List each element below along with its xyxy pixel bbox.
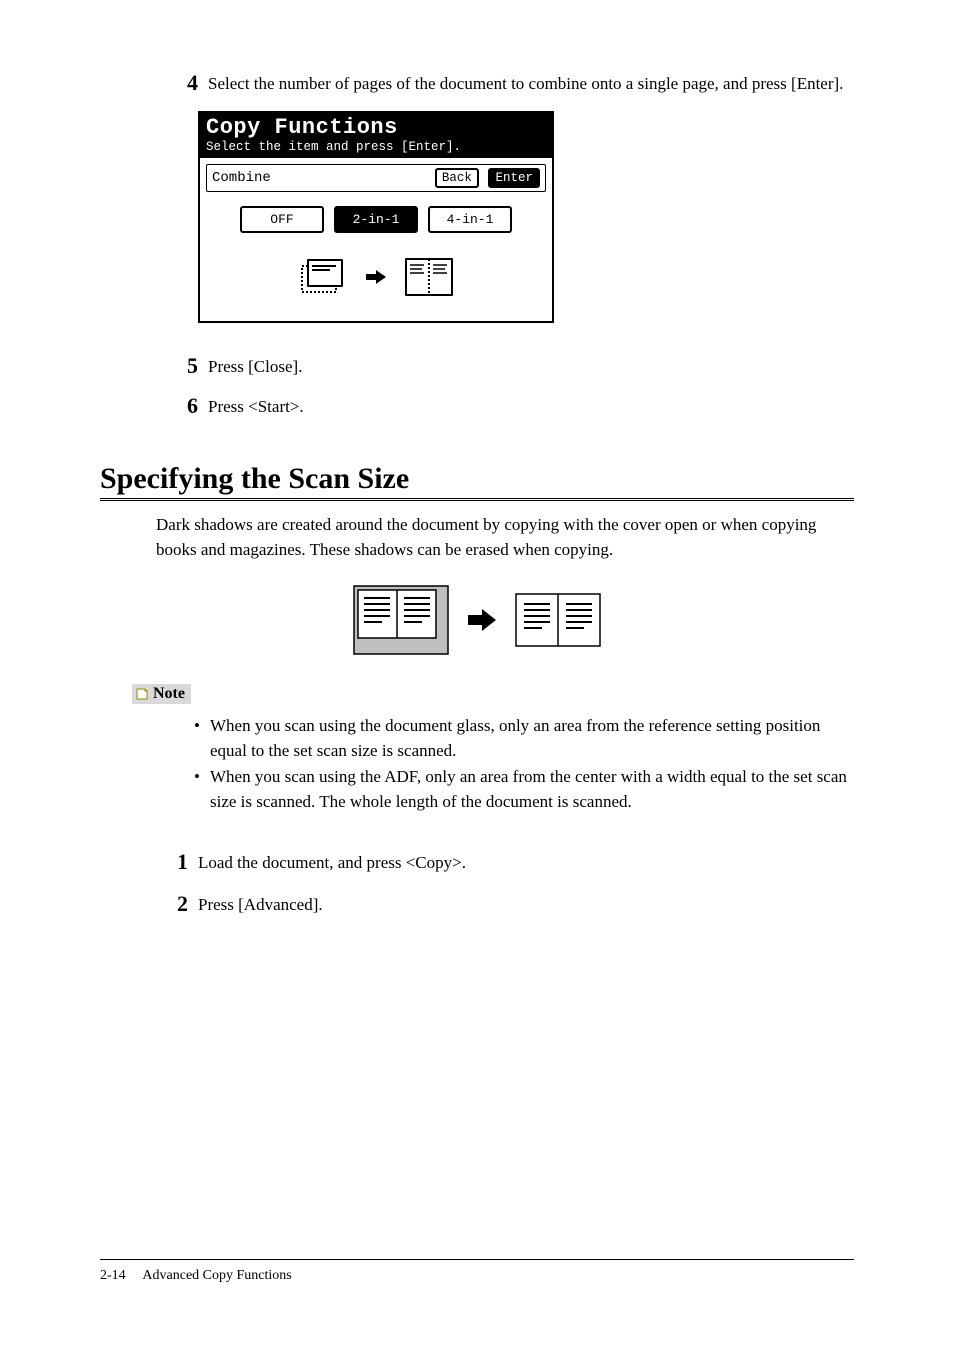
step-number-2: 2 xyxy=(160,891,188,917)
pages-stack-icon xyxy=(294,256,352,298)
note-bullet: When you scan using the ADF, only an are… xyxy=(194,765,854,814)
lcd-option-4in1[interactable]: 4-in-1 xyxy=(428,206,512,233)
page-number: 2-14 xyxy=(100,1268,126,1283)
lcd-option-off[interactable]: OFF xyxy=(240,206,324,233)
step-text-6: Press <Start>. xyxy=(208,395,304,420)
section-intro: Dark shadows are created around the docu… xyxy=(156,513,854,562)
arrow-right-icon xyxy=(468,609,496,631)
step-text-4: Select the number of pages of the docume… xyxy=(208,72,843,97)
page-with-shadow-icon xyxy=(352,584,450,656)
note-bullet: When you scan using the document glass, … xyxy=(194,714,854,763)
lcd-enter-button[interactable]: Enter xyxy=(488,168,540,188)
combined-page-icon xyxy=(400,255,458,299)
lcd-title: Copy Functions xyxy=(206,115,546,140)
step-number-5: 5 xyxy=(170,353,198,379)
lcd-back-button[interactable]: Back xyxy=(435,168,479,188)
page-footer: 2-14 Advanced Copy Functions xyxy=(100,1259,854,1284)
lcd-header: Copy Functions Select the item and press… xyxy=(200,113,552,158)
chapter-title: Advanced Copy Functions xyxy=(142,1268,291,1283)
scan-size-illustration xyxy=(100,584,854,656)
lcd-setting-row: Combine Back Enter xyxy=(206,164,546,192)
page-clean-icon xyxy=(514,592,602,648)
note-tag: Note xyxy=(132,684,854,706)
note-label: Note xyxy=(153,685,185,703)
lcd-setting-label: Combine xyxy=(212,170,271,186)
arrow-right-icon xyxy=(366,270,386,284)
lcd-illustration xyxy=(206,255,546,299)
step-text-5: Press [Close]. xyxy=(208,355,302,380)
step-number-6: 6 xyxy=(170,393,198,419)
section-heading: Specifying the Scan Size xyxy=(100,462,854,501)
lcd-panel: Copy Functions Select the item and press… xyxy=(198,111,554,323)
step-text-2: Press [Advanced]. xyxy=(198,893,323,918)
lcd-option-2in1[interactable]: 2-in-1 xyxy=(334,206,418,233)
lcd-options: OFF 2-in-1 4-in-1 xyxy=(206,206,546,233)
note-icon xyxy=(135,687,149,701)
step-number-4: 4 xyxy=(170,70,198,96)
step-text-1: Load the document, and press <Copy>. xyxy=(198,851,466,876)
note-bullets: When you scan using the document glass, … xyxy=(194,714,854,815)
lcd-subtitle: Select the item and press [Enter]. xyxy=(206,140,546,154)
step-number-1: 1 xyxy=(160,849,188,875)
